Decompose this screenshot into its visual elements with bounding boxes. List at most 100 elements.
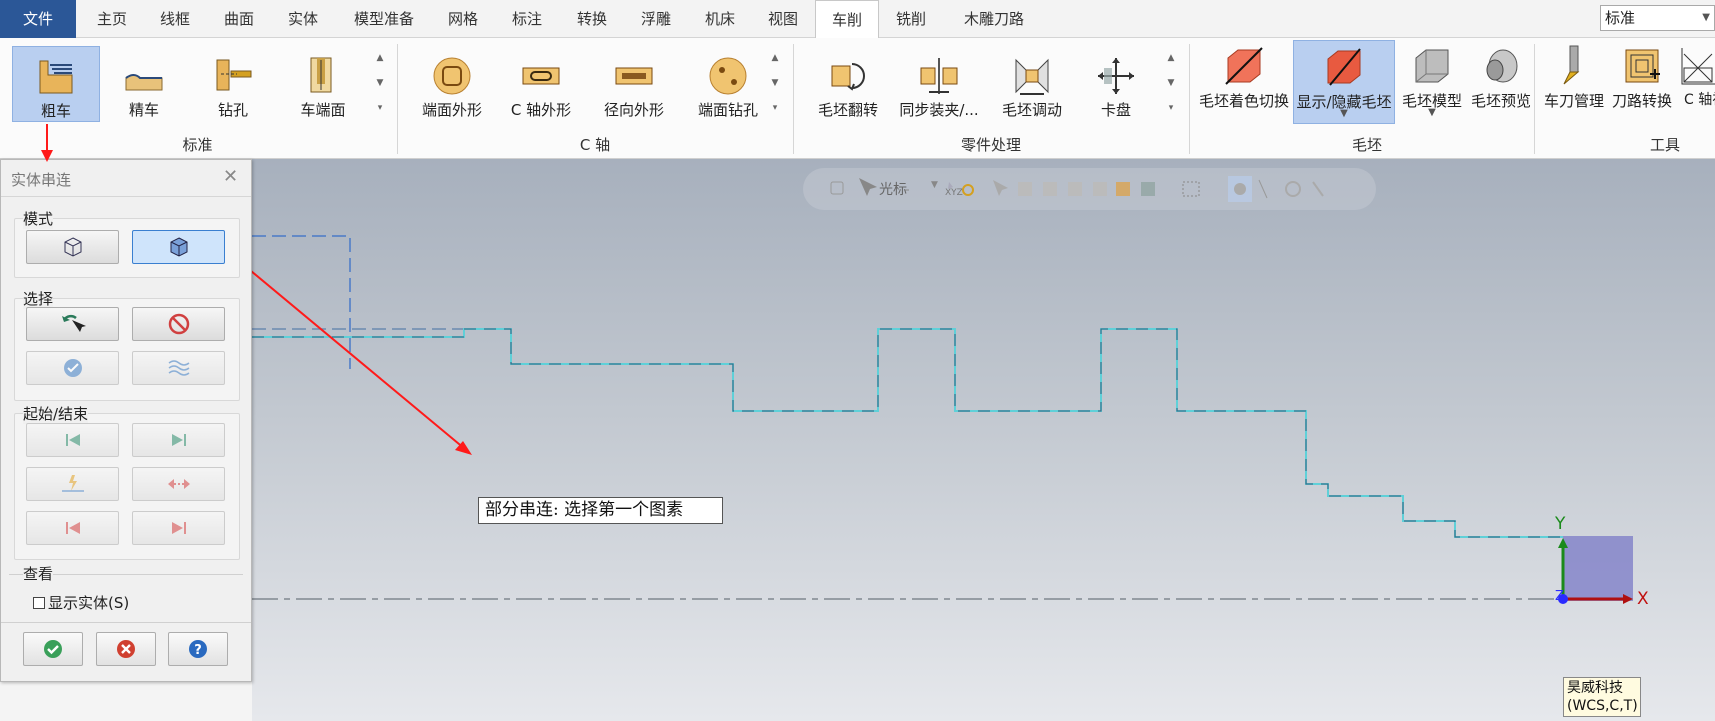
ok-button[interactable] <box>23 632 83 666</box>
c-axis-view-button[interactable]: C 轴视图 <box>1676 40 1715 130</box>
sync-fixture-label: 同步装夹/... <box>899 101 979 119</box>
app-window: 文件 主页 线框 曲面 实体 模型准备 网格 标注 转换 浮雕 机床 视图 车削… <box>0 0 1715 721</box>
annotation-arrow-line <box>220 245 466 450</box>
group-label-tools: 工具 <box>1649 136 1680 154</box>
face-contour-button[interactable]: 端面外形 <box>410 46 494 122</box>
confirm-select-button[interactable] <box>26 351 119 385</box>
face-contour-icon <box>433 57 471 95</box>
z-axis-label: Z <box>1555 589 1564 604</box>
tab-view[interactable]: 视图 <box>754 0 812 38</box>
tab-surface[interactable]: 曲面 <box>210 0 268 38</box>
drill-button[interactable]: 钻孔 <box>193 46 273 122</box>
tool-manager-button[interactable]: 车刀管理 <box>1540 40 1608 116</box>
finish-turn-label: 精车 <box>128 101 159 119</box>
tab-model-prep[interactable]: 模型准备 <box>342 0 426 38</box>
face-drill-label: 端面钻孔 <box>697 101 758 119</box>
tab-annotation[interactable]: 标注 <box>497 0 557 38</box>
xyz-point-label[interactable]: XYZ <box>945 188 963 198</box>
check-badge-icon <box>63 359 82 377</box>
start-last-button[interactable] <box>132 423 225 457</box>
wireframe-mode-button[interactable] <box>26 230 119 264</box>
reverse-direction-button[interactable] <box>132 467 225 501</box>
rough-turn-icon <box>39 60 73 94</box>
graphics-viewport[interactable]: Y X Z <box>0 159 1715 721</box>
tab-relief[interactable]: 浮雕 <box>626 0 686 38</box>
group-divider <box>1534 44 1535 154</box>
skip-start-icon <box>65 434 80 446</box>
tab-machine[interactable]: 机床 <box>690 0 750 38</box>
end-last-button[interactable] <box>132 511 225 545</box>
end-first-button[interactable] <box>26 511 119 545</box>
face-turn-label: 车端面 <box>300 101 346 119</box>
tab-solid[interactable]: 实体 <box>274 0 332 38</box>
sync-fixture-button[interactable]: 同步装夹/... <box>893 46 985 122</box>
tab-wireframe[interactable]: 线框 <box>146 0 204 38</box>
part-geometry <box>220 235 1633 604</box>
solid-mode-button[interactable] <box>132 230 225 264</box>
wave-lines-icon <box>168 360 189 376</box>
stock-move-button[interactable]: 毛坯调动 <box>988 46 1076 122</box>
group-label-part-handling: 零件处理 <box>960 136 1021 154</box>
floating-selection-toolbar: 光标 ▼ XYZ <box>803 168 1376 210</box>
ribbon-scroll-standard[interactable]: ▲ ▼ ▾ <box>372 46 388 121</box>
show-solid-option[interactable]: 显示实体(S) <box>33 592 129 613</box>
view-combo[interactable]: 标准 ▼ <box>1600 5 1715 31</box>
chevron-down-icon: ▼ <box>1340 108 1348 119</box>
chuck-label: 卡盘 <box>1100 101 1131 119</box>
tab-file[interactable]: 文件 <box>0 0 76 38</box>
chuck-button[interactable]: 卡盘 <box>1080 46 1152 122</box>
tool-manager-label: 车刀管理 <box>1543 92 1604 110</box>
tab-mesh[interactable]: 网格 <box>434 0 492 38</box>
show-solid-checkbox[interactable] <box>33 596 45 609</box>
pointer-arrow <box>41 124 53 162</box>
face-turn-button[interactable]: 车端面 <box>283 46 363 122</box>
stock-model-button[interactable]: 毛坯模型 ▼ <box>1396 40 1468 124</box>
tab-home[interactable]: 主页 <box>84 0 140 38</box>
dynamic-start-button[interactable] <box>26 467 119 501</box>
ribbon-panel: 粗车 精车 钻孔 车端面 ▲ ▼ ▾ 标准 端面外形 C 轴外形 径向外形 端面… <box>0 38 1715 159</box>
check-circle-icon <box>44 640 62 658</box>
chevron-down-icon[interactable]: ▼ <box>931 180 938 190</box>
no-entry-icon <box>168 313 189 335</box>
show-hide-stock-icon <box>1327 48 1361 86</box>
show-hide-stock-button[interactable]: 显示/隐藏毛坯 ▼ <box>1293 40 1395 124</box>
chain-hint-tooltip: 部分串连: 选择第一个图素 <box>478 497 723 524</box>
svg-text:?: ? <box>194 643 202 658</box>
wave-select-button[interactable] <box>132 351 225 385</box>
tab-milling[interactable]: 铣削 <box>880 0 942 38</box>
start-first-button[interactable] <box>26 423 119 457</box>
radial-contour-button[interactable]: 径向外形 <box>590 46 678 122</box>
view-group-label: 查看 <box>23 563 54 584</box>
tab-transform[interactable]: 转换 <box>562 0 622 38</box>
tab-wood-toolpath[interactable]: 木雕刀路 <box>948 0 1040 38</box>
part-profile[interactable] <box>252 328 1563 538</box>
ribbon-tab-bar: 文件 主页 线框 曲面 实体 模型准备 网格 标注 转换 浮雕 机床 视图 车削… <box>0 0 1715 39</box>
face-drill-button[interactable]: 端面钻孔 <box>680 46 776 122</box>
group-divider <box>793 44 794 154</box>
ribbon-scroll-caxis[interactable]: ▲ ▼ ▾ <box>767 46 783 121</box>
stock-flip-button[interactable]: 毛坯翻转 <box>806 46 890 122</box>
ribbon-scroll-part[interactable]: ▲ ▼ ▾ <box>1163 46 1179 121</box>
cancel-circle-icon <box>117 640 135 658</box>
finish-turn-button[interactable]: 精车 <box>104 46 184 122</box>
radial-contour-icon <box>615 67 653 85</box>
cursor-mode-label[interactable]: 光标 <box>879 179 907 199</box>
select-back-button[interactable] <box>26 307 119 341</box>
tab-turning[interactable]: 车削 <box>815 0 879 39</box>
rough-turn-button[interactable]: 粗车 <box>12 46 100 122</box>
select-group-label: 选择 <box>23 288 54 309</box>
help-button[interactable]: ? <box>168 632 228 666</box>
reverse-arrows-icon <box>167 479 190 489</box>
drill-label: 钻孔 <box>217 101 248 119</box>
group-label-stock: 毛坯 <box>1351 136 1382 154</box>
stock-preview-button[interactable]: 毛坯预览 <box>1465 40 1537 116</box>
toolpath-transform-button[interactable]: 刀路转换 <box>1608 40 1676 116</box>
unselect-button[interactable] <box>132 307 225 341</box>
c-axis-contour-button[interactable]: C 轴外形 <box>497 46 585 122</box>
view-combo-value: 标准 <box>1605 9 1636 27</box>
stock-shading-icon <box>1225 47 1263 85</box>
tool-manager-icon <box>1563 45 1580 85</box>
cancel-button[interactable] <box>96 632 156 666</box>
stock-shading-button[interactable]: 毛坯着色切换 <box>1196 40 1292 116</box>
close-icon[interactable]: ✕ <box>223 166 238 187</box>
